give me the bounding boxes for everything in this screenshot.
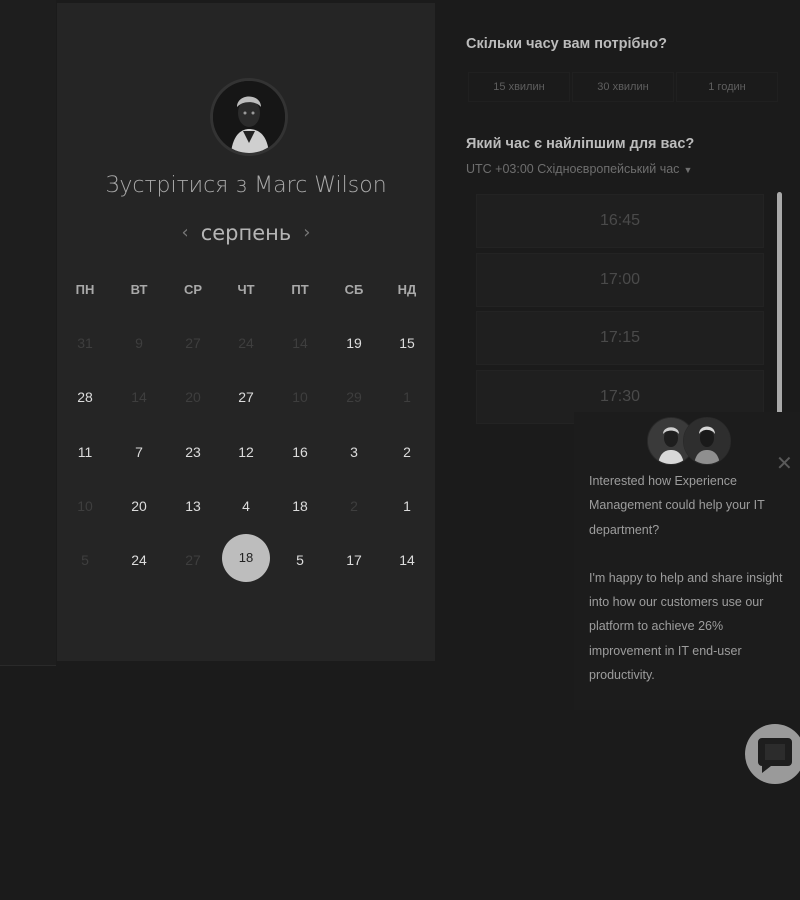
host-avatar (210, 78, 288, 156)
calendar-day[interactable]: 23 (173, 432, 213, 472)
chat-message-paragraph: I'm happy to help and share insight into… (589, 570, 783, 683)
calendar-day: 1 (403, 389, 411, 405)
slots-scrollbar[interactable] (777, 192, 782, 440)
calendar-grid: 31 9 27 24 14 19 15 28 14 20 27 10 29 1 11 7 23 12 16 3 2 10 2… (57, 321, 435, 601)
chevron-left-icon[interactable]: ‹ (182, 222, 189, 243)
duration-option-30[interactable]: 30 хвилин (572, 72, 674, 102)
calendar-day: 24 (238, 335, 254, 351)
calendar-day[interactable]: 15 (387, 323, 427, 363)
chat-bubble-icon (758, 738, 792, 773)
calendar-day[interactable]: 18 (280, 486, 320, 526)
left-margin (0, 0, 56, 666)
calendar-day: 14 (131, 389, 147, 405)
duration-option-60[interactable]: 1 годин (676, 72, 778, 102)
calendar-card: Зустрітися з Marc Wilson ‹ серпень › ПН ВТ С… (57, 3, 435, 661)
chat-launcher-button[interactable] (745, 724, 800, 784)
weekday-label: НД (397, 282, 417, 297)
chevron-right-icon[interactable]: › (303, 222, 310, 243)
calendar-day[interactable]: 5 (280, 540, 320, 580)
calendar-day[interactable]: 7 (119, 432, 159, 472)
calendar-day[interactable]: 19 (334, 323, 374, 363)
meeting-title: Зустрітися з Marc Wilson (105, 173, 387, 198)
calendar-day[interactable]: 12 (226, 432, 266, 472)
calendar-day[interactable]: 2 (387, 432, 427, 472)
calendar-day: 20 (185, 389, 201, 405)
calendar-day: 27 (185, 335, 201, 351)
caret-down-icon: ▼ (683, 165, 693, 175)
duration-options: 15 хвилин 30 хвилин 1 годин (466, 72, 786, 102)
time-question: Який час є найліпшим для вас? (466, 136, 695, 152)
calendar-day[interactable]: 4 (226, 486, 266, 526)
duration-option-15[interactable]: 15 хвилин (468, 72, 570, 102)
month-navigator: ‹ серпень › (57, 221, 435, 245)
weekday-label: СБ (344, 282, 364, 297)
calendar-day: 2 (350, 498, 358, 514)
calendar-day: 9 (135, 335, 143, 351)
chat-popup-message: Interested how Experience Management cou… (589, 469, 789, 687)
page: Зустрітися з Marc Wilson ‹ серпень › ПН ВТ С… (0, 0, 800, 900)
weekday-label: ЧТ (237, 282, 255, 297)
timezone-label: UTC +03:00 Східноєвропейський час (466, 162, 680, 176)
calendar-day: 29 (346, 389, 362, 405)
weekday-header: ПН ВТ СР ЧТ ПТ СБ НД (57, 282, 435, 302)
calendar-day[interactable]: 3 (334, 432, 374, 472)
time-slot[interactable]: 16:45 (476, 194, 764, 248)
calendar-day[interactable]: 16 (280, 432, 320, 472)
calendar-day[interactable]: 20 (119, 486, 159, 526)
calendar-day[interactable]: 28 (65, 377, 105, 417)
calendar-day: 31 (77, 335, 93, 351)
calendar-day[interactable]: 11 (65, 432, 105, 472)
timezone-select[interactable]: UTC +03:00 Східноєвропейський час ▼ (466, 162, 692, 176)
calendar-day: 5 (81, 552, 89, 568)
month-label: серпень (200, 221, 292, 245)
agent-avatars (647, 417, 731, 465)
calendar-day[interactable]: 13 (173, 486, 213, 526)
chat-message-paragraph: Interested how Experience Management cou… (589, 474, 765, 537)
weekday-label: ПТ (291, 282, 309, 297)
weekday-label: ПН (75, 282, 95, 297)
time-slot[interactable]: 17:00 (476, 253, 764, 307)
agent-avatar (683, 417, 731, 465)
calendar-day[interactable]: 24 (119, 540, 159, 580)
calendar-day[interactable]: 1 (387, 486, 427, 526)
calendar-day[interactable]: 27 (226, 377, 266, 417)
weekday-label: ВТ (130, 282, 148, 297)
weekday-label: СР (183, 282, 203, 297)
calendar-day[interactable]: 17 (334, 540, 374, 580)
calendar-day-selected[interactable]: 18 (222, 534, 270, 582)
calendar-day: 10 (292, 389, 308, 405)
calendar-day[interactable]: 14 (387, 540, 427, 580)
calendar-day: 10 (77, 498, 93, 514)
time-slot[interactable]: 17:15 (476, 311, 764, 365)
calendar-day: 14 (292, 335, 308, 351)
calendar-day: 27 (185, 552, 201, 568)
duration-question: Скільки часу вам потрібно? (466, 36, 667, 52)
